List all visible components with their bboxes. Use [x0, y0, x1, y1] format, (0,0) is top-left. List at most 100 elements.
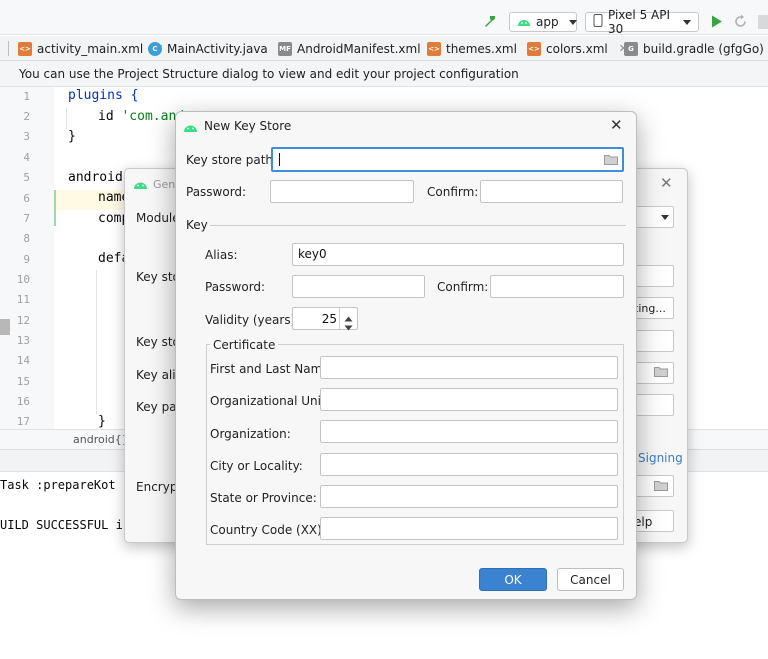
encrypted-field[interactable] [633, 475, 674, 497]
code-token: android [68, 170, 123, 185]
key-password-label: Password: [205, 280, 266, 294]
new-key-store-dialog: New Key Store ✕ Key store path: Password… [175, 111, 637, 600]
tab-label: AndroidManifest.xml [297, 41, 421, 56]
folder-icon[interactable] [654, 366, 668, 380]
tab-android-manifest[interactable]: MF AndroidManifest.xml ✕ [278, 36, 441, 61]
gradle-file-icon: G [624, 41, 638, 56]
code-line-17[interactable]: } [98, 414, 106, 429]
console-line: Task :prepareKot [0, 478, 116, 492]
spinner-divider [339, 308, 340, 329]
text-cursor [279, 153, 280, 166]
code-line-3[interactable]: } [68, 129, 76, 144]
store-confirm-input[interactable] [480, 180, 623, 203]
code-token: } [68, 129, 76, 144]
tab-label: themes.xml [446, 41, 517, 56]
spinner-down-icon[interactable] [344, 320, 353, 334]
validity-value: 25 [321, 312, 337, 326]
code-token: id [98, 109, 122, 124]
android-icon [517, 15, 531, 29]
city-label: City or Locality: [210, 459, 303, 473]
run-icon[interactable] [711, 15, 723, 31]
city-input[interactable] [320, 453, 618, 476]
main-toolbar: app Pixel 5 API 30 [0, 8, 768, 36]
section-divider [210, 225, 626, 226]
organization-input[interactable] [320, 420, 618, 443]
signing-link[interactable]: Signing [638, 451, 683, 465]
android-icon [133, 178, 148, 192]
tab-separator [8, 41, 9, 56]
class-file-icon: C [148, 41, 162, 56]
tab-colors[interactable]: <> colors.xml ✕ [527, 36, 628, 61]
line-number: 11 [16, 293, 30, 306]
cancel-button[interactable]: Cancel [557, 568, 624, 591]
certificate-legend: Certificate [210, 338, 279, 352]
line-number: 1 [23, 90, 30, 103]
ok-button[interactable]: OK [479, 568, 547, 591]
org-unit-input[interactable] [320, 388, 618, 411]
device-select[interactable]: Pixel 5 API 30 [585, 8, 699, 36]
validity-spinner[interactable]: 25 [292, 307, 358, 331]
line-number: 3 [23, 130, 30, 143]
store-confirm-label: Confirm: [427, 185, 479, 199]
module-select[interactable] [633, 206, 674, 228]
line-number: 2 [23, 110, 30, 123]
close-icon[interactable]: ✕ [660, 174, 673, 192]
console-text: Task :prepareKot [0, 478, 116, 492]
close-icon[interactable]: ✕ [610, 116, 623, 134]
country-code-label: Country Code (XX): [210, 523, 326, 537]
choose-existing-label: ting... [634, 302, 666, 315]
key-store-path-label: Key store path: [186, 153, 278, 167]
alias-input[interactable]: key0 [292, 243, 624, 266]
state-input[interactable] [320, 485, 618, 508]
code-line-1[interactable]: plugins { [68, 88, 138, 103]
key-alias-field[interactable] [633, 362, 674, 384]
folder-icon[interactable] [604, 154, 618, 168]
console-line: UILD SUCCESSFUL i [0, 518, 123, 532]
alias-label: Alias: [205, 248, 238, 262]
caret-row-marker [0, 319, 10, 335]
tab-label: colors.xml [546, 41, 608, 56]
hammer-icon[interactable] [482, 13, 498, 32]
ok-button-label: OK [504, 572, 522, 587]
chevron-down-icon [568, 19, 577, 25]
key-store-password-field[interactable] [633, 330, 674, 352]
indent-guide [66, 108, 67, 130]
key-confirm-input[interactable] [490, 275, 624, 298]
info-bar: You can use the Project Structure dialog… [0, 61, 768, 87]
tab-build-gradle[interactable]: G build.gradle (gfgGo) [624, 36, 764, 61]
folder-icon[interactable] [654, 480, 668, 494]
xml-file-icon: <> [527, 41, 541, 56]
line-number: 14 [16, 354, 30, 367]
line-number: 5 [23, 171, 30, 184]
store-password-input[interactable] [270, 180, 414, 203]
code-token: plugins { [68, 88, 139, 103]
tab-themes[interactable]: <> themes.xml ✕ [427, 36, 537, 61]
first-last-name-input[interactable] [320, 356, 618, 379]
line-number: 15 [16, 375, 30, 388]
cancel-button-label: Cancel [570, 572, 611, 587]
breadcrumb-item[interactable]: android{} [73, 433, 129, 446]
key-password-input[interactable] [292, 275, 425, 298]
help-button[interactable]: elp [633, 510, 674, 532]
chevron-down-icon [683, 19, 691, 25]
tab-main-activity[interactable]: C MainActivity.java ✕ [148, 36, 288, 61]
code-line-2[interactable]: id 'com.and [98, 109, 184, 124]
key-store-field[interactable] [633, 265, 674, 287]
console-text: UILD SUCCESSFUL i [0, 518, 123, 532]
indent-guide [96, 270, 97, 415]
country-code-input[interactable] [320, 517, 618, 540]
key-store-path-input[interactable] [271, 147, 624, 172]
apply-changes-icon[interactable] [733, 14, 748, 32]
more-actions-icon[interactable] [758, 15, 768, 29]
choose-existing-button[interactable]: ting... [633, 297, 674, 319]
line-number: 4 [23, 151, 30, 164]
code-token: } [98, 414, 106, 429]
tab-activity-main[interactable]: <> activity_main.xml ✕ [18, 36, 163, 61]
key-password-field[interactable] [633, 394, 674, 416]
code-line-5[interactable]: android [68, 170, 123, 185]
line-number-gutter: 1 2 3 4 5 6 7 8 9 10 11 12 13 14 15 16 1… [0, 87, 54, 429]
line-number: 13 [16, 334, 30, 347]
first-last-name-label: First and Last Name: [210, 362, 334, 376]
run-config-select[interactable]: app [509, 12, 577, 32]
alias-value: key0 [298, 247, 327, 261]
